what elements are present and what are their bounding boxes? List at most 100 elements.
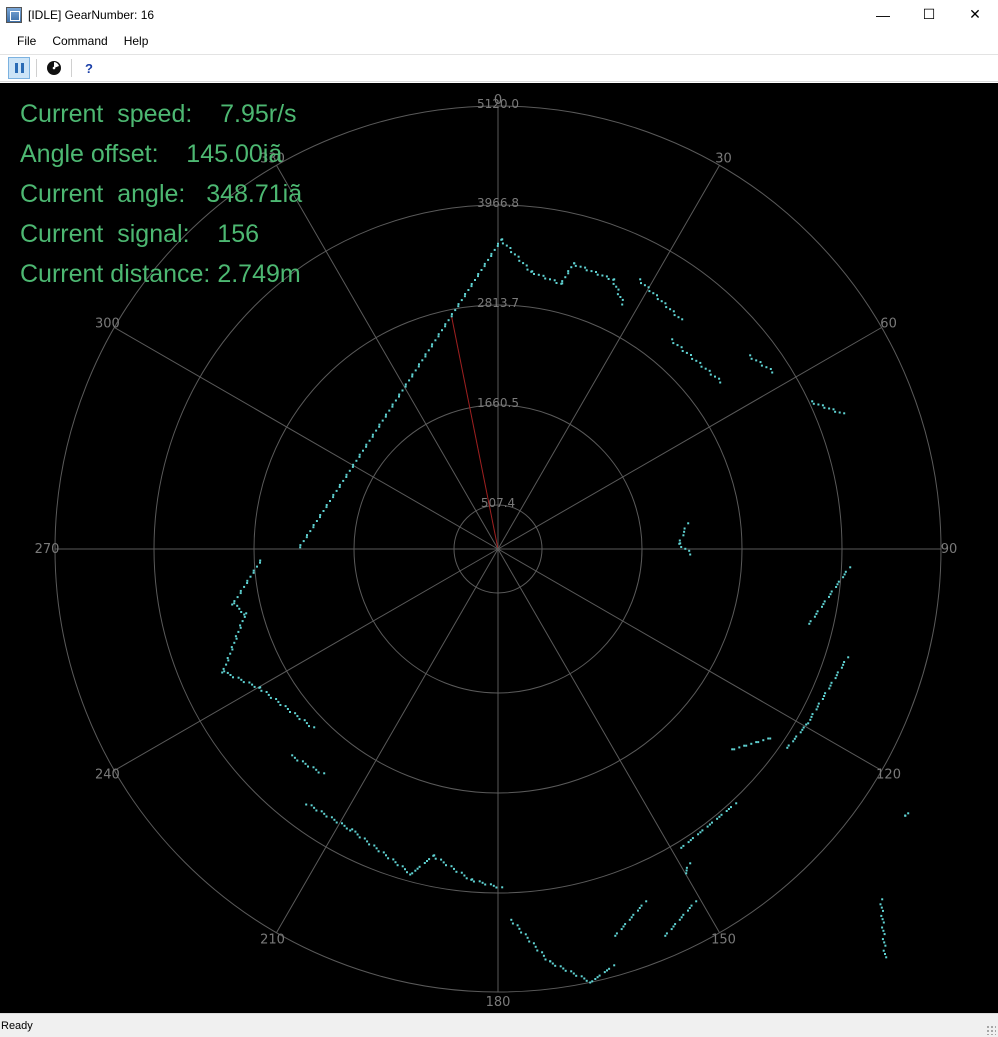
scan-point	[259, 561, 261, 564]
scan-point	[414, 369, 417, 372]
scan-point	[882, 949, 885, 952]
scan-point	[296, 715, 299, 718]
radar-canvas[interactable]: 507.4 1660.5 2813.7 3966.8 5120.0 0 30 60 90 120 1…	[0, 83, 998, 1013]
help-button[interactable]: ?	[78, 57, 100, 79]
menu-file[interactable]: File	[0, 29, 44, 53]
scan-point	[683, 530, 686, 533]
scan-point	[460, 871, 463, 874]
scan-point	[840, 666, 843, 669]
scan-point	[441, 329, 443, 332]
radar-button[interactable]	[43, 57, 65, 79]
scan-point	[676, 344, 679, 347]
scan-point	[513, 253, 516, 256]
scan-point	[564, 969, 567, 972]
scan-point	[709, 373, 712, 376]
scan-point	[231, 603, 234, 606]
scan-point	[835, 674, 838, 677]
scan-point	[457, 305, 460, 308]
scan-point	[842, 663, 845, 666]
scan-point	[836, 671, 839, 674]
scan-point	[368, 843, 371, 846]
scan-point	[598, 974, 601, 977]
scan-point	[348, 469, 351, 472]
close-button[interactable]: ✕	[952, 0, 998, 29]
scan-point	[363, 837, 366, 840]
scan-point	[834, 410, 837, 413]
resize-grip-icon[interactable]	[986, 1025, 996, 1035]
scan-point	[907, 812, 910, 815]
scan-point	[881, 938, 884, 941]
scan-point	[354, 830, 357, 833]
scan-point	[699, 361, 702, 364]
scan-point	[685, 872, 688, 875]
scan-point	[682, 913, 685, 916]
scan-point	[401, 389, 404, 392]
scan-point	[561, 282, 564, 285]
scan-point	[335, 489, 338, 492]
menu-command[interactable]: Command	[44, 29, 115, 53]
scan-point	[549, 960, 552, 963]
scan-point	[628, 918, 631, 921]
scan-point	[463, 295, 466, 298]
scan-point	[460, 299, 463, 302]
maximize-button[interactable]: ☐	[906, 0, 952, 29]
scan-point	[807, 722, 810, 725]
scan-point	[802, 726, 805, 729]
scan-point	[613, 278, 616, 281]
scan-point	[685, 869, 688, 872]
scan-point	[716, 817, 719, 820]
scan-point	[531, 270, 534, 273]
scan-point	[652, 292, 655, 295]
scan-point	[665, 306, 668, 309]
scan-point	[828, 687, 831, 690]
scan-point	[640, 904, 643, 907]
scan-point	[401, 865, 404, 868]
title-bar[interactable]: [IDLE] GearNumber: 16 — ☐ ✕	[0, 0, 998, 29]
scan-point	[445, 864, 447, 867]
scan-point	[834, 677, 837, 680]
scan-point	[551, 962, 554, 965]
scan-point	[708, 369, 711, 372]
scan-point	[480, 269, 483, 271]
scan-point	[584, 266, 587, 269]
scan-point	[567, 270, 570, 273]
scan-point	[882, 909, 884, 912]
scan-point	[522, 262, 525, 265]
angle-offset-text: Angle offset: 145.00iã	[20, 140, 283, 168]
scan-point	[464, 293, 467, 295]
scan-point	[639, 278, 642, 281]
current-speed-text: Current speed: 7.95r/s	[20, 100, 297, 128]
scan-point	[554, 964, 557, 967]
scan-point	[375, 847, 378, 850]
scan-point	[450, 865, 453, 868]
menu-help[interactable]: Help	[116, 29, 157, 53]
scan-point	[816, 610, 819, 613]
scan-point	[222, 667, 225, 670]
scan-point	[418, 865, 421, 868]
scan-point	[253, 685, 256, 688]
scan-point	[423, 862, 426, 864]
scan-point	[624, 923, 627, 926]
scan-point	[232, 676, 234, 679]
scan-point	[714, 375, 716, 378]
scan-point	[672, 342, 675, 345]
scan-point	[765, 366, 768, 369]
scan-point	[526, 268, 529, 271]
scan-point	[249, 575, 252, 578]
scan-point	[574, 264, 577, 267]
scan-point	[700, 365, 703, 368]
toolbar: ?	[0, 54, 998, 82]
scan-point	[298, 718, 301, 721]
scan-point	[585, 979, 588, 982]
scan-point	[811, 400, 814, 403]
scan-point	[501, 886, 504, 889]
scan-point	[750, 357, 753, 360]
angle-label: 90	[941, 542, 958, 557]
pause-button[interactable]	[8, 57, 30, 79]
scan-point	[301, 760, 304, 763]
scan-point	[417, 365, 420, 368]
scan-point	[687, 909, 689, 912]
scan-point	[493, 248, 496, 251]
minimize-button[interactable]: —	[860, 0, 906, 29]
scan-point	[689, 862, 692, 865]
